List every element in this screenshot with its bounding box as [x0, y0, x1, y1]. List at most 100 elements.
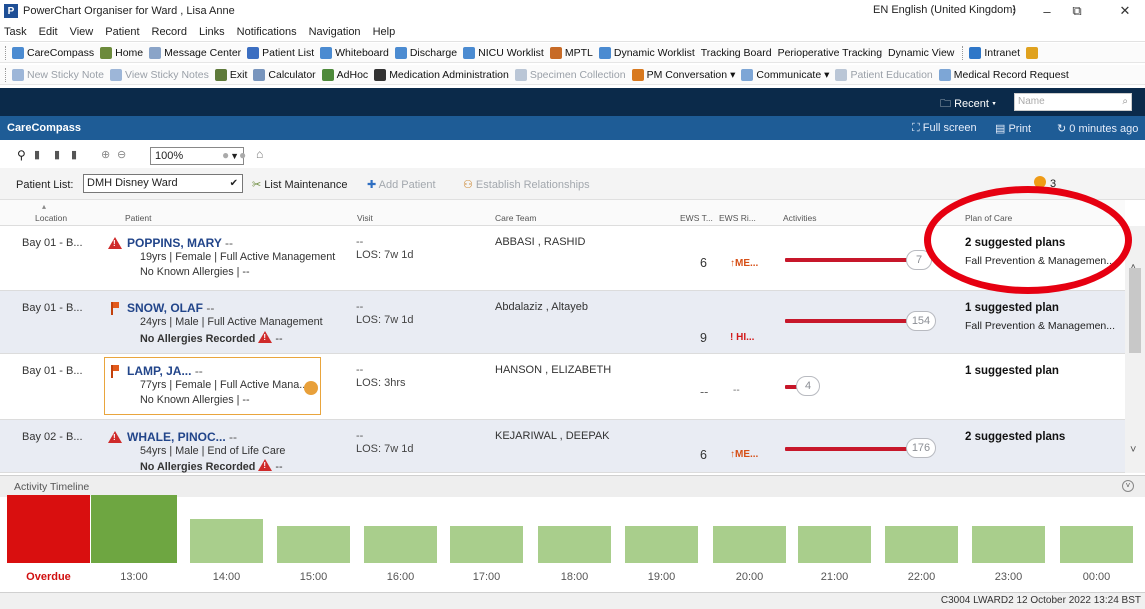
- toolbar-perioperative-tracking[interactable]: Perioperative Tracking: [778, 47, 882, 59]
- timeline-bar[interactable]: [450, 526, 523, 563]
- patient-list-select[interactable]: DMH Disney Ward ✔: [83, 174, 243, 193]
- menu-links[interactable]: Links: [199, 26, 225, 38]
- hover-indicator-icon[interactable]: [304, 381, 318, 395]
- column-location[interactable]: Location: [35, 213, 67, 223]
- column-ews-risk[interactable]: EWS Ri...: [719, 213, 756, 223]
- toolbar-discharge[interactable]: Discharge: [394, 46, 457, 59]
- language-selector[interactable]: EN English (United Kingdom): [873, 4, 1016, 16]
- page-icon[interactable]: ▮: [34, 148, 40, 161]
- fullscreen-button[interactable]: ⛶ Full screen: [912, 122, 977, 135]
- split-icon[interactable]: ▮: [54, 148, 60, 161]
- menu-record[interactable]: Record: [152, 26, 187, 38]
- plan-of-care-summary[interactable]: 2 suggested plans: [965, 237, 1065, 249]
- activity-count[interactable]: 7: [906, 250, 932, 270]
- timeline-bar[interactable]: [972, 526, 1045, 563]
- add-patient-button[interactable]: ✚ Add Patient: [367, 178, 436, 191]
- toolbar-pm-conversation[interactable]: PM Conversation ▾: [631, 68, 735, 81]
- language-dropdown-icon[interactable]: ⁝: [1012, 2, 1016, 18]
- toolbar-calculator[interactable]: Calculator: [253, 68, 316, 81]
- timeline-bar[interactable]: [1060, 526, 1133, 563]
- scroll-down-icon[interactable]: ˅: [1130, 444, 1136, 456]
- timeline-bar[interactable]: [91, 495, 177, 563]
- toolbar-dynamic-view[interactable]: Dynamic View: [888, 47, 954, 59]
- patient-name-link[interactable]: POPPINS, MARY --: [127, 236, 233, 250]
- toolbar-nicu-worklist[interactable]: NICU Worklist: [463, 46, 544, 59]
- timeline-bar[interactable]: [713, 526, 786, 563]
- layout-icon[interactable]: ▮: [71, 148, 77, 161]
- toolbar-tracking-board[interactable]: Tracking Board: [701, 47, 772, 59]
- table-row[interactable]: Bay 01 - B... POPPINS, MARY -- 19yrs | F…: [0, 226, 1125, 291]
- close-button[interactable]: ✕: [1110, 1, 1140, 21]
- column-plan-of-care[interactable]: Plan of Care: [965, 213, 1012, 223]
- toolbar-specimen-collection[interactable]: Specimen Collection: [514, 68, 626, 81]
- recent-menu[interactable]: 🗀 Recent ▾: [940, 95, 996, 114]
- menu-edit[interactable]: Edit: [39, 26, 58, 38]
- zoom-select[interactable]: 100% ▼: [150, 147, 244, 165]
- circle-icon[interactable]: ●: [239, 148, 246, 162]
- plan-of-care-summary[interactable]: 2 suggested plans: [965, 431, 1065, 443]
- activity-count[interactable]: 176: [906, 438, 936, 458]
- table-row[interactable]: Bay 01 - B... LAMP, JA... -- 77yrs | Fem…: [0, 354, 1125, 420]
- establish-relationships-button[interactable]: ⚇ Establish Relationships: [463, 178, 590, 191]
- print-button[interactable]: ▤ Print: [995, 122, 1031, 135]
- refresh-button[interactable]: ↻ 0 minutes ago: [1057, 122, 1138, 135]
- collapse-icon[interactable]: ˅: [1122, 480, 1134, 492]
- toolbar-medication-administration[interactable]: Medication Administration: [374, 68, 509, 81]
- toolbar-mptl[interactable]: MPTL: [549, 46, 593, 59]
- timeline-bar[interactable]: [538, 526, 611, 563]
- toolbar-patient-education[interactable]: Patient Education: [835, 68, 933, 81]
- table-row[interactable]: Bay 02 - B... WHALE, PINOC... -- 54yrs |…: [0, 420, 1125, 473]
- toolbar-dynamic-worklist[interactable]: Dynamic Worklist: [598, 46, 695, 59]
- sort-icon[interactable]: ▴: [42, 202, 46, 211]
- search-icon[interactable]: ⌕: [1122, 94, 1128, 110]
- timeline-bar[interactable]: [7, 495, 90, 563]
- patient-search-input[interactable]: Name ⌕: [1014, 93, 1132, 111]
- toolbar-intranet[interactable]: Intranet: [969, 46, 1020, 59]
- plan-of-care-summary[interactable]: 1 suggested plan: [965, 365, 1059, 377]
- menu-patient[interactable]: Patient: [105, 26, 139, 38]
- menu-notifications[interactable]: Notifications: [237, 26, 297, 38]
- zoom-out-icon[interactable]: ⊖: [117, 148, 126, 161]
- plan-of-care-summary[interactable]: 1 suggested plan: [965, 302, 1059, 314]
- toolbar-message-center[interactable]: Message Center: [149, 46, 241, 59]
- timeline-bar[interactable]: [798, 526, 871, 563]
- toolbar-home[interactable]: Home: [100, 46, 143, 59]
- circle-icon[interactable]: ●: [222, 148, 229, 162]
- activity-count[interactable]: 154: [906, 311, 936, 331]
- scroll-thumb[interactable]: [1129, 268, 1141, 353]
- home-icon[interactable]: ⌂: [256, 147, 263, 161]
- column-patient[interactable]: Patient: [125, 213, 151, 223]
- timeline-bar[interactable]: [190, 519, 263, 563]
- menu-help[interactable]: Help: [373, 26, 396, 38]
- minimize-button[interactable]: –: [1032, 1, 1062, 21]
- activity-count[interactable]: 4: [796, 376, 820, 396]
- column-visit[interactable]: Visit: [357, 213, 373, 223]
- restore-button[interactable]: ⧉: [1062, 1, 1092, 21]
- zoom-in-icon[interactable]: ⊕: [101, 148, 110, 161]
- toolbar-grip[interactable]: [962, 45, 965, 60]
- toolbar-whiteboard[interactable]: Whiteboard: [320, 46, 389, 59]
- timeline-bar[interactable]: [364, 526, 437, 563]
- toolbar-medical-record-request[interactable]: Medical Record Request: [938, 68, 1069, 81]
- toolbar-carecompass[interactable]: CareCompass: [12, 46, 94, 59]
- list-maintenance-button[interactable]: ✂ List Maintenance: [252, 178, 347, 191]
- alert-icon[interactable]: [1034, 176, 1046, 188]
- toolbar-patient-list[interactable]: Patient List: [247, 46, 314, 59]
- column-care-team[interactable]: Care Team: [495, 213, 536, 223]
- menu-view[interactable]: View: [70, 26, 94, 38]
- column-activities[interactable]: Activities: [783, 213, 817, 223]
- timeline-bar[interactable]: [277, 526, 350, 563]
- toolbar-communicate[interactable]: Communicate ▾: [741, 68, 829, 81]
- toolbar-exit[interactable]: Exit: [214, 68, 247, 81]
- patient-name-link[interactable]: SNOW, OLAF --: [127, 301, 214, 315]
- patient-name-link[interactable]: LAMP, JA... --: [127, 364, 203, 378]
- patient-name-link[interactable]: WHALE, PINOC... --: [127, 430, 237, 444]
- toolbar-extra[interactable]: [1025, 46, 1041, 59]
- toolbar-view-sticky-notes[interactable]: View Sticky Notes: [110, 68, 209, 81]
- toolbar-new-sticky-note[interactable]: New Sticky Note: [12, 68, 104, 81]
- table-row[interactable]: Bay 01 - B... SNOW, OLAF -- 24yrs | Male…: [0, 291, 1125, 354]
- grid-scrollbar[interactable]: ˄ ˅: [1125, 226, 1145, 473]
- menu-task[interactable]: Task: [4, 26, 27, 38]
- toolbar-grip[interactable]: [5, 67, 8, 82]
- column-ews-total[interactable]: EWS T...: [680, 213, 713, 223]
